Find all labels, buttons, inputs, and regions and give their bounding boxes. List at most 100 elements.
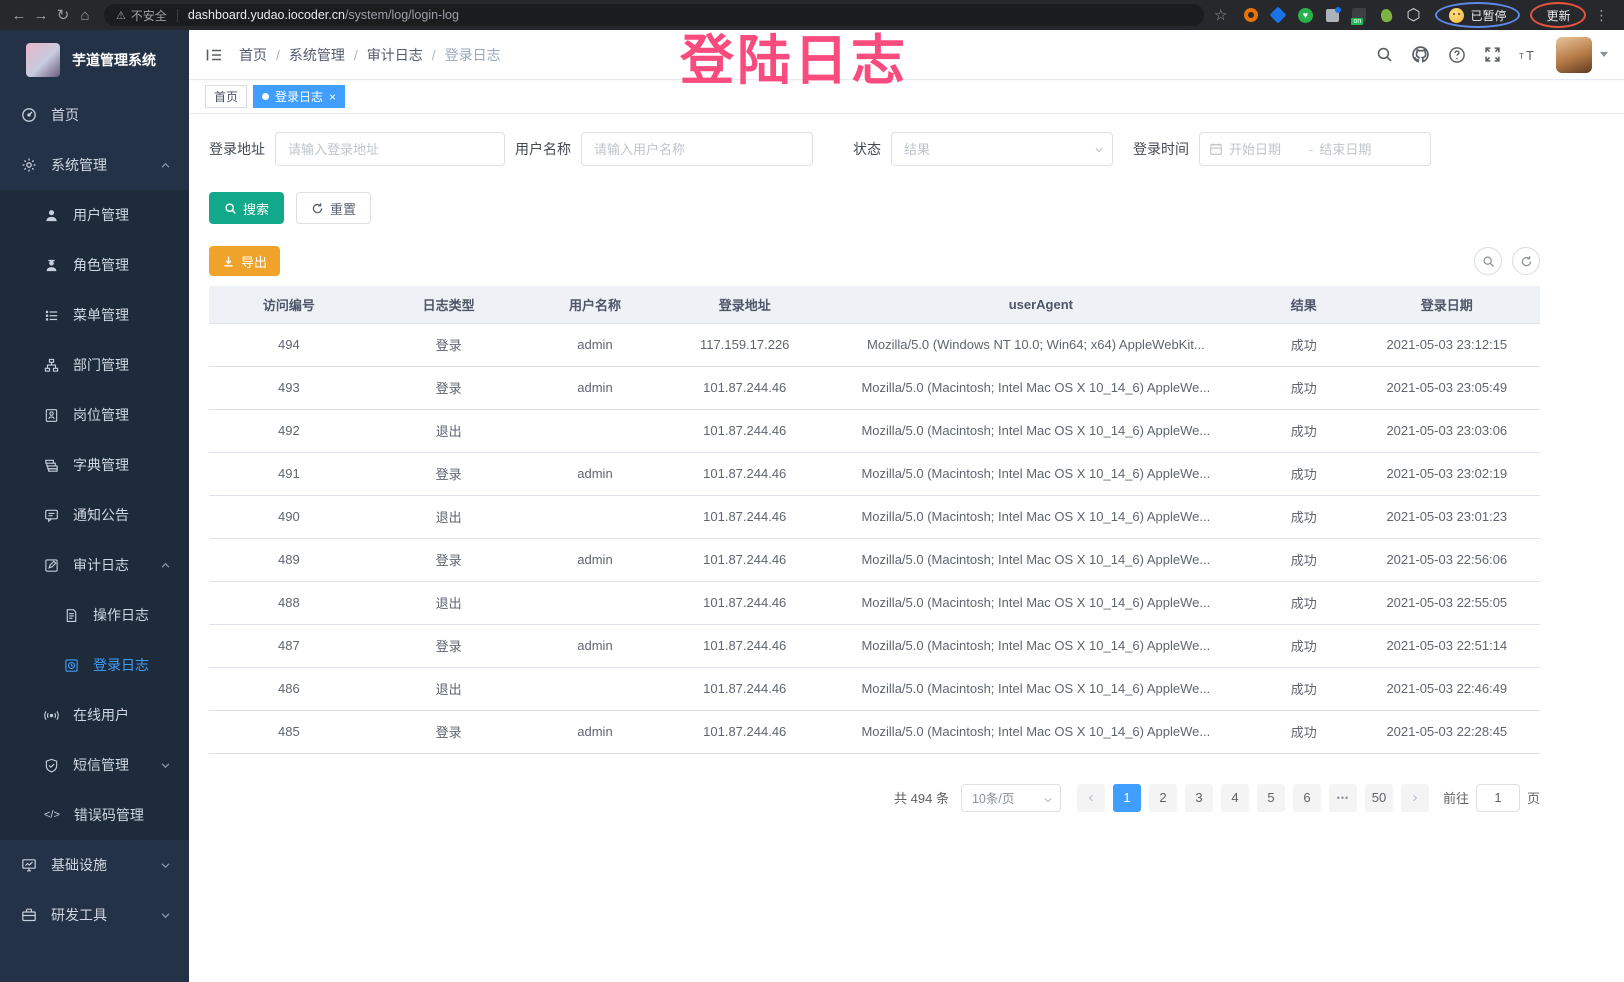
extension-on-badge-icon[interactable]: [1351, 7, 1367, 23]
page-button[interactable]: 6: [1293, 784, 1321, 812]
sidebar-item-dev-tools[interactable]: 研发工具: [0, 890, 189, 940]
reload-icon[interactable]: ↻: [52, 6, 74, 24]
extension-orange-icon[interactable]: [1243, 7, 1259, 23]
extension-grid-icon[interactable]: [1324, 7, 1340, 23]
browser-profile-paused-chip[interactable]: 已暂停: [1435, 2, 1520, 28]
search-button[interactable]: 搜索: [209, 192, 284, 224]
cell-ip: 101.87.244.46: [662, 710, 828, 753]
extension-plant-icon[interactable]: [1378, 7, 1394, 23]
sidebar-item-role-mgmt[interactable]: 角色管理: [0, 240, 189, 290]
status-select[interactable]: [891, 132, 1113, 166]
chevron-up-icon: [160, 560, 171, 571]
tag-home[interactable]: 首页: [205, 85, 247, 108]
show-search-toggle-button[interactable]: [1474, 247, 1502, 275]
sidebar-item-dict-mgmt[interactable]: 字典管理: [0, 440, 189, 490]
extensions-puzzle-icon[interactable]: ⬡: [1405, 7, 1421, 23]
cell-date: 2021-05-03 23:03:06: [1354, 409, 1540, 452]
forward-icon[interactable]: →: [30, 7, 52, 24]
last-page-button[interactable]: 50: [1365, 784, 1393, 812]
browser-menu-icon[interactable]: ⋮: [1594, 7, 1608, 24]
sidebar-item-online-users[interactable]: 在线用户: [0, 690, 189, 740]
refresh-table-button[interactable]: [1512, 247, 1540, 275]
page-button[interactable]: 2: [1149, 784, 1177, 812]
page-button[interactable]: 3: [1185, 784, 1213, 812]
login-log-table: 访问编号 日志类型 用户名称 登录地址 userAgent 结果 登录日期 49…: [209, 286, 1540, 754]
more-pages-button[interactable]: •••: [1329, 784, 1357, 812]
sidebar-item-home[interactable]: 首页: [0, 90, 189, 140]
user-avatar-menu[interactable]: [1556, 37, 1608, 73]
close-icon[interactable]: ×: [329, 90, 336, 104]
pagination: 共 494 条 10条/页 ‹ 1 2 3 4 5 6 ••• 50 › 前往 …: [209, 784, 1540, 812]
page-size-select[interactable]: 10条/页: [961, 784, 1061, 812]
profile-emoji-avatar: [1449, 8, 1464, 23]
sidebar-item-operation-log[interactable]: 操作日志: [0, 590, 189, 640]
sidebar-item-notice[interactable]: 通知公告: [0, 490, 189, 540]
table-row: 490退出101.87.244.46Mozilla/5.0 (Macintosh…: [209, 495, 1540, 538]
cell-useragent: Mozilla/5.0 (Macintosh; Intel Mac OS X 1…: [828, 452, 1254, 495]
login-time-range-picker[interactable]: -: [1199, 132, 1431, 166]
cell-useragent: Mozilla/5.0 (Macintosh; Intel Mac OS X 1…: [828, 409, 1254, 452]
cell-result: 成功: [1254, 452, 1354, 495]
login-address-input[interactable]: [275, 132, 505, 166]
bookmark-star-icon[interactable]: ☆: [1214, 6, 1227, 24]
org-tree-icon: [44, 358, 59, 373]
sidebar-item-audit-log[interactable]: 审计日志: [0, 540, 189, 590]
sidebar-item-system-mgmt[interactable]: 系统管理: [0, 140, 189, 190]
browser-chrome: ← → ↻ ⌂ ⚠ 不安全 dashboard.yudao.iocoder.cn…: [0, 0, 1624, 30]
goto-page-input[interactable]: [1476, 784, 1520, 812]
page-button[interactable]: 5: [1257, 784, 1285, 812]
sidebar-item-sms-mgmt[interactable]: 短信管理: [0, 740, 189, 790]
sidebar-item-user-mgmt[interactable]: 用户管理: [0, 190, 189, 240]
sidebar-item-post-mgmt[interactable]: 岗位管理: [0, 390, 189, 440]
sidebar-item-login-log[interactable]: 登录日志: [0, 640, 189, 690]
cell-useragent: Mozilla/5.0 (Macintosh; Intel Mac OS X 1…: [828, 495, 1254, 538]
header-search-icon[interactable]: [1376, 46, 1393, 63]
prev-page-button[interactable]: ‹: [1077, 784, 1105, 812]
breadcrumb-item[interactable]: 首页: [239, 45, 267, 65]
url-bar[interactable]: ⚠ 不安全 dashboard.yudao.iocoder.cn/system/…: [104, 4, 1204, 26]
start-date-input[interactable]: [1229, 142, 1303, 157]
cell-useragent: Mozilla/5.0 (Macintosh; Intel Mac OS X 1…: [828, 538, 1254, 581]
sidebar-toggle-icon[interactable]: [205, 47, 223, 63]
export-button[interactable]: 导出: [209, 246, 280, 276]
cell-date: 2021-05-03 22:46:49: [1354, 667, 1540, 710]
extension-green-heart-icon[interactable]: ♥: [1297, 7, 1313, 23]
sidebar-item-label: 研发工具: [51, 905, 107, 925]
cell-useragent: Mozilla/5.0 (Macintosh; Intel Mac OS X 1…: [828, 581, 1254, 624]
font-size-icon[interactable]: TT: [1519, 47, 1538, 63]
goto-unit-label: 页: [1527, 788, 1540, 807]
app-logo[interactable]: 芋道管理系统: [0, 30, 189, 90]
toolbox-icon: [21, 907, 37, 923]
help-question-icon[interactable]: [1448, 46, 1466, 64]
sidebar-item-infrastructure[interactable]: 基础设施: [0, 840, 189, 890]
home-icon[interactable]: ⌂: [74, 7, 96, 24]
sidebar-item-dept-mgmt[interactable]: 部门管理: [0, 340, 189, 390]
browser-update-button[interactable]: 更新: [1530, 2, 1586, 28]
sidebar-item-menu-mgmt[interactable]: 菜单管理: [0, 290, 189, 340]
breadcrumb-item[interactable]: 审计日志: [367, 45, 423, 65]
github-icon[interactable]: [1411, 45, 1430, 64]
cell-user: admin: [528, 366, 661, 409]
cell-type: 退出: [369, 495, 529, 538]
user-secret-icon: [44, 258, 59, 273]
fullscreen-icon[interactable]: [1484, 46, 1501, 63]
cell-date: 2021-05-03 23:12:15: [1354, 323, 1540, 366]
breadcrumb-item[interactable]: 系统管理: [289, 45, 345, 65]
cell-type: 退出: [369, 667, 529, 710]
cell-type: 登录: [369, 323, 529, 366]
username-label: 用户名称: [515, 139, 571, 159]
tag-login-log[interactable]: 登录日志 ×: [253, 85, 345, 108]
page-button[interactable]: 4: [1221, 784, 1249, 812]
next-page-button[interactable]: ›: [1401, 784, 1429, 812]
total-count: 共 494 条: [894, 788, 949, 807]
sidebar-item-errorcode-mgmt[interactable]: </> 错误码管理: [0, 790, 189, 840]
monitor-icon: [21, 857, 37, 873]
back-icon[interactable]: ←: [8, 7, 30, 24]
status-select-input[interactable]: [891, 132, 1113, 166]
username-input[interactable]: [581, 132, 813, 166]
reset-button[interactable]: 重置: [296, 192, 371, 224]
cell-date: 2021-05-03 22:56:06: [1354, 538, 1540, 581]
extension-blue-icon[interactable]: [1270, 7, 1286, 23]
end-date-input[interactable]: [1319, 142, 1393, 157]
page-button[interactable]: 1: [1113, 784, 1141, 812]
